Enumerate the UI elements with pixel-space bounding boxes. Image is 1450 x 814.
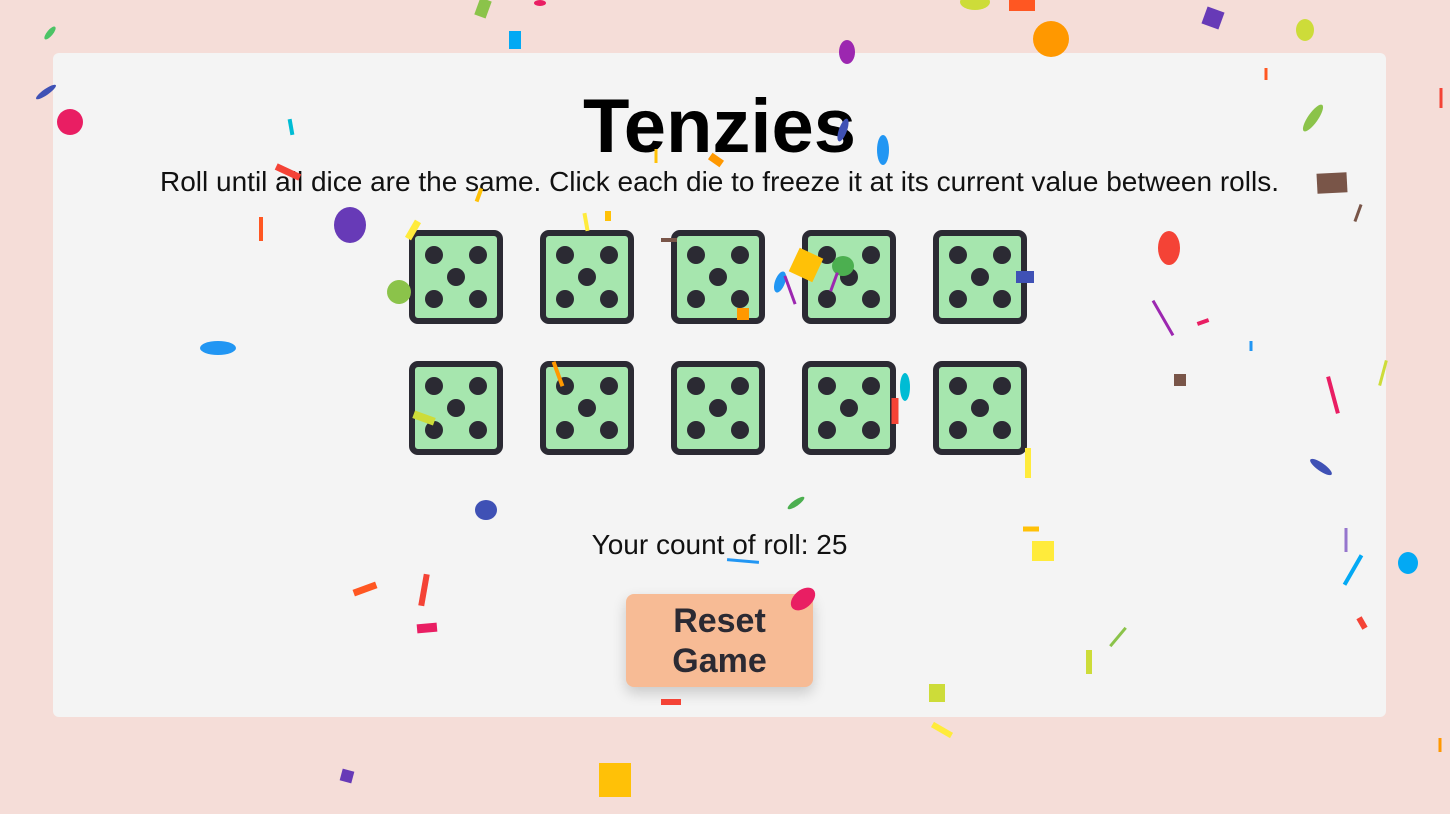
pip-icon [469,290,487,308]
pip-icon [556,290,574,308]
pip-icon [862,377,880,395]
confetti-piece [474,0,492,19]
confetti-piece [509,31,521,49]
pip-icon [840,399,858,417]
confetti-piece [44,26,56,40]
pip-icon [425,421,443,439]
pip-icon [731,377,749,395]
die-3[interactable] [671,230,765,324]
pip-icon [687,290,705,308]
pip-icon [578,268,596,286]
pip-icon [993,421,1011,439]
pip-icon [556,246,574,264]
die-5[interactable] [933,230,1027,324]
pip-icon [556,421,574,439]
pip-icon [687,377,705,395]
instructions-text: Roll until all dice are the same. Click … [160,166,1279,197]
die-1[interactable] [409,230,503,324]
pip-icon [425,377,443,395]
confetti-piece [960,0,990,10]
dice-grid [409,230,1027,455]
pip-icon [731,246,749,264]
pip-icon [469,246,487,264]
die-6[interactable] [409,361,503,455]
pip-icon [949,290,967,308]
pip-icon [425,246,443,264]
die-7[interactable] [540,361,634,455]
pip-icon [862,246,880,264]
confetti-piece [1398,552,1418,574]
confetti-piece [599,763,631,797]
pip-icon [687,246,705,264]
pip-icon [600,377,618,395]
confetti-piece [1033,21,1069,57]
pip-icon [971,399,989,417]
pip-icon [556,377,574,395]
die-10[interactable] [933,361,1027,455]
reset-game-button[interactable]: Reset Game [626,594,813,687]
pip-icon [818,377,836,395]
confetti-piece [930,721,954,739]
pip-icon [600,421,618,439]
pip-icon [578,399,596,417]
pip-icon [949,377,967,395]
roll-count-text: Your count of roll: 25 [591,529,848,560]
pip-icon [862,290,880,308]
pip-icon [949,246,967,264]
pip-icon [709,268,727,286]
confetti-piece [1439,88,1443,108]
pip-icon [949,421,967,439]
pip-icon [818,246,836,264]
pip-icon [425,290,443,308]
die-4[interactable] [802,230,896,324]
pip-icon [862,421,880,439]
pip-icon [469,377,487,395]
pip-icon [600,246,618,264]
confetti-piece [1009,0,1035,11]
pip-icon [600,290,618,308]
pip-icon [993,246,1011,264]
confetti-piece [339,768,355,784]
pip-icon [731,290,749,308]
die-9[interactable] [802,361,896,455]
page-title: Tenzies [582,84,857,169]
die-2[interactable] [540,230,634,324]
pip-icon [993,377,1011,395]
pip-icon [447,268,465,286]
die-8[interactable] [671,361,765,455]
confetti-piece [1201,6,1225,30]
pip-icon [687,421,705,439]
pip-icon [818,421,836,439]
game-card: Tenzies Roll until all dice are the same… [53,53,1386,717]
confetti-piece [534,0,546,6]
confetti-piece [1296,19,1314,41]
pip-icon [971,268,989,286]
pip-icon [731,421,749,439]
pip-icon [993,290,1011,308]
pip-icon [709,399,727,417]
pip-icon [447,399,465,417]
pip-icon [840,268,858,286]
confetti-piece [1438,738,1442,752]
pip-icon [469,421,487,439]
pip-icon [818,290,836,308]
